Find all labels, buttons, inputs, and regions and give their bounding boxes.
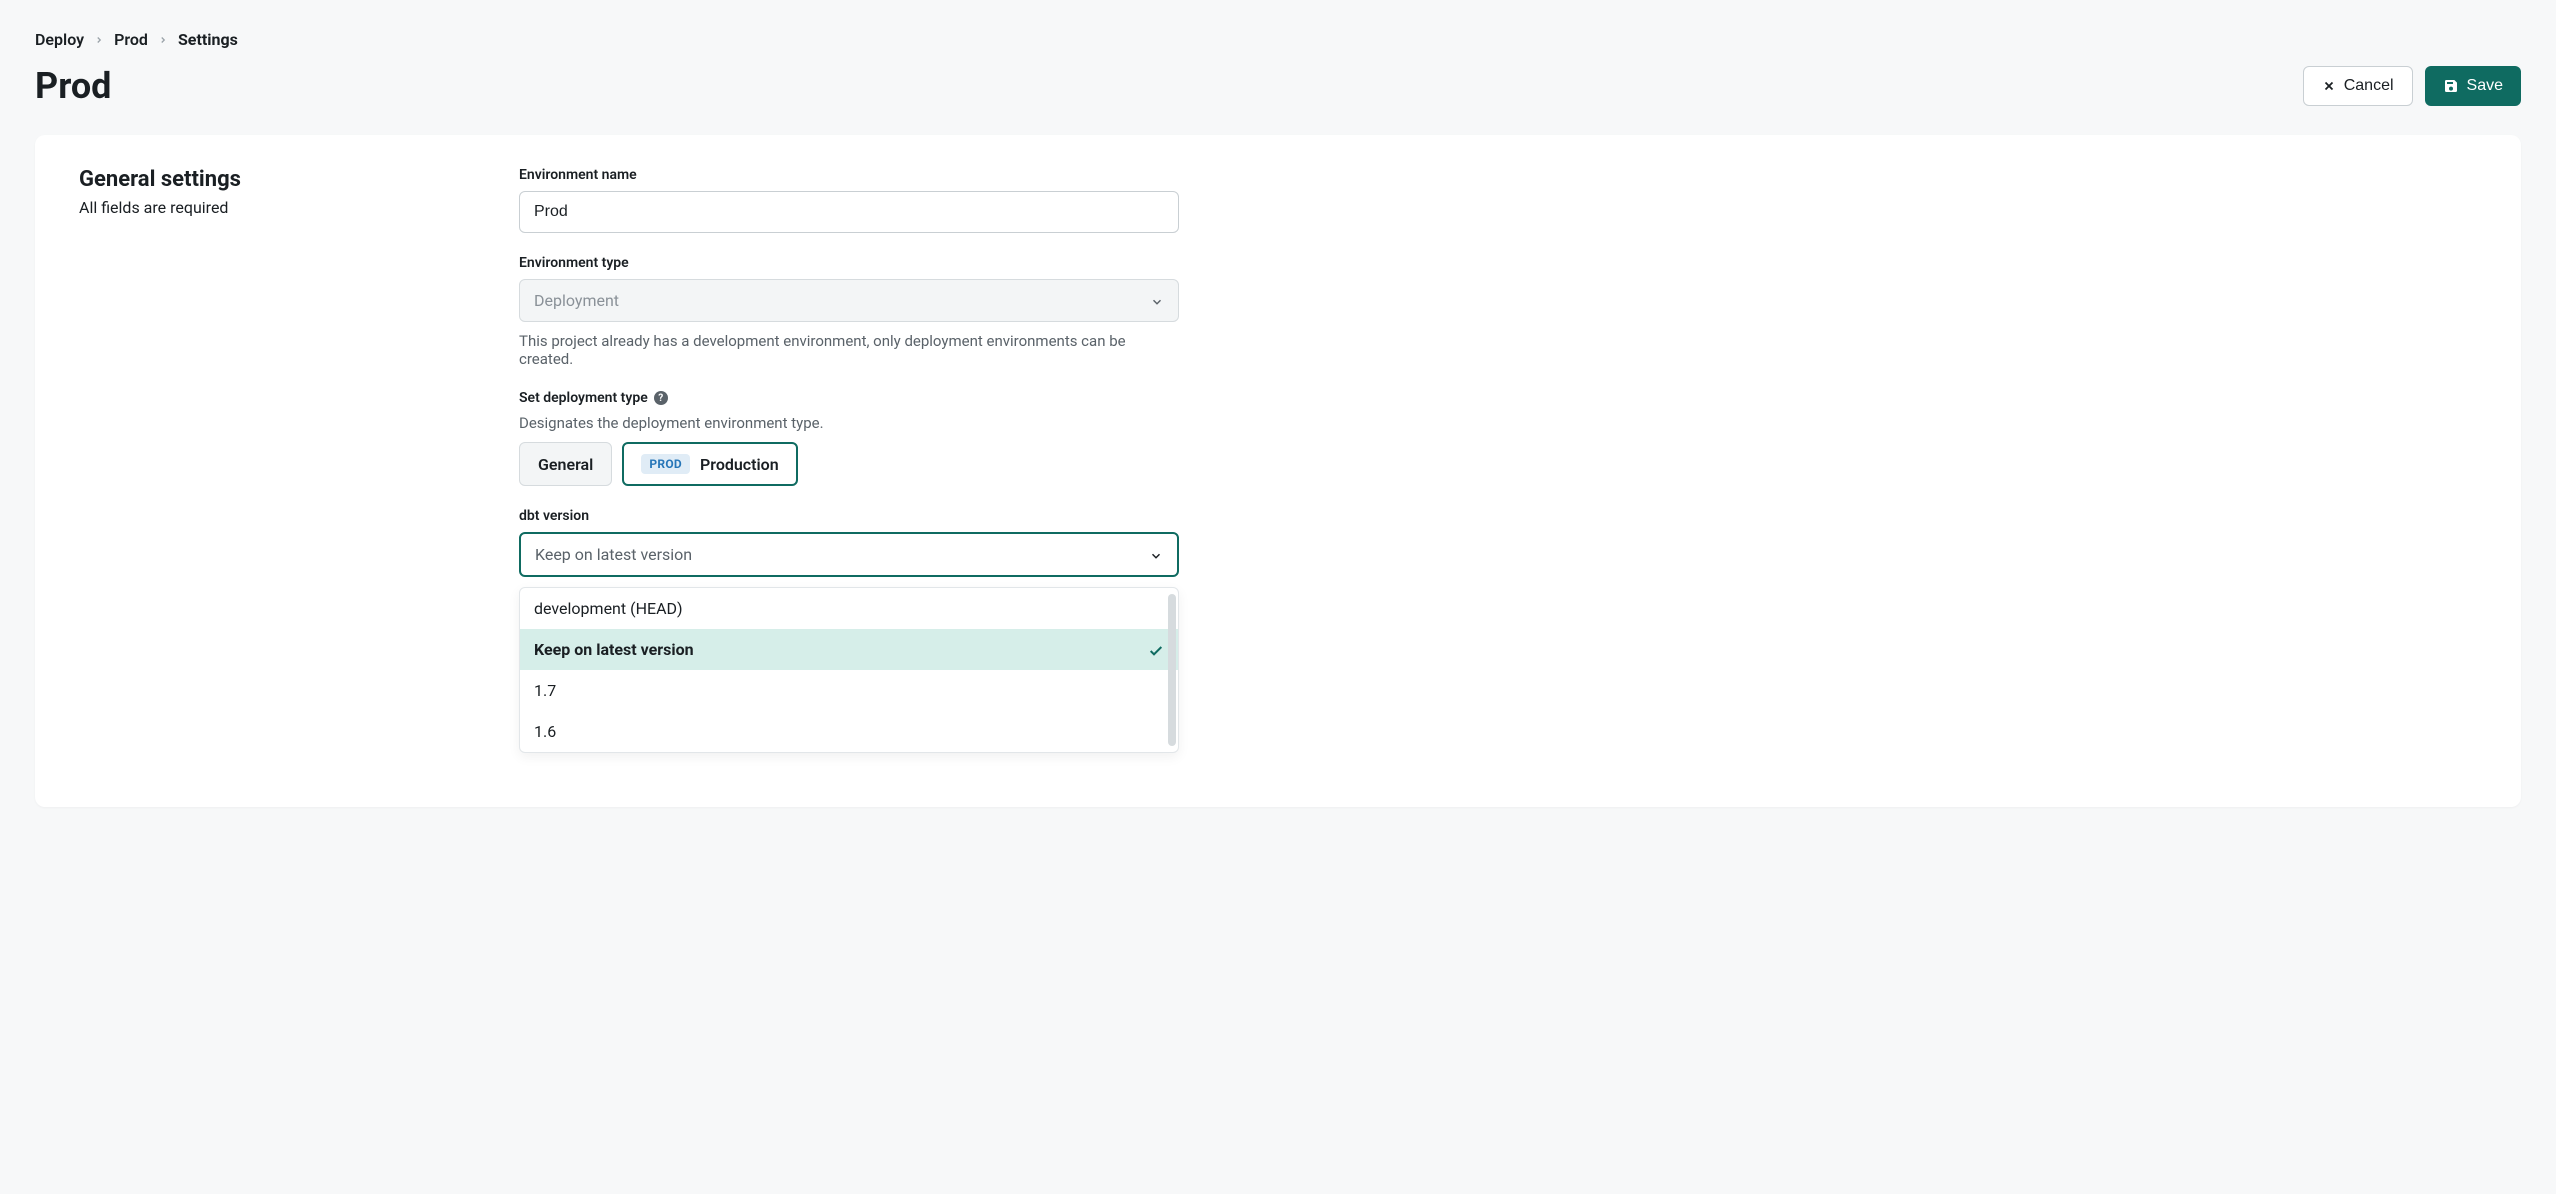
field-env-type: Environment type Deployment This project… [519,255,1179,368]
chevron-right-icon [94,35,104,45]
field-dbt-version: dbt version Keep on latest version devel… [519,508,1179,753]
action-buttons: Cancel Save [2303,66,2521,106]
save-icon [2443,77,2459,95]
env-name-input[interactable] [519,191,1179,233]
save-button[interactable]: Save [2425,66,2521,106]
dbt-version-select[interactable]: Keep on latest version [519,532,1179,577]
chevron-right-icon [158,35,168,45]
deployment-type-production-label: Production [700,455,779,474]
chevron-down-icon [1150,291,1164,310]
dbt-version-option[interactable]: 1.6 [520,711,1178,752]
deployment-type-production[interactable]: PROD Production [622,442,797,486]
env-type-select: Deployment [519,279,1179,322]
chevron-down-icon [1149,545,1163,564]
cancel-button-label: Cancel [2344,77,2394,95]
settings-card: General settings All fields are required… [35,135,2521,807]
section-heading: General settings [79,167,459,192]
field-env-name: Environment name [519,167,1179,233]
help-icon[interactable]: ? [654,391,668,405]
cancel-button[interactable]: Cancel [2303,66,2413,106]
breadcrumb-current: Settings [178,30,238,49]
dbt-version-option-label: Keep on latest version [534,640,694,659]
env-type-value: Deployment [534,291,619,310]
dbt-version-option[interactable]: development (HEAD) [520,588,1178,629]
dbt-version-option-label: development (HEAD) [534,599,683,618]
deployment-type-label-text: Set deployment type [519,390,648,406]
breadcrumb-link-prod[interactable]: Prod [114,30,148,49]
close-icon [2322,77,2336,95]
deployment-type-sublabel: Designates the deployment environment ty… [519,414,1179,432]
check-icon [1148,640,1164,659]
deployment-type-label: Set deployment type ? [519,390,1179,406]
page-title: Prod [35,65,111,107]
deployment-type-general-label: General [538,455,593,474]
dbt-version-option-label: 1.6 [534,722,556,741]
dbt-version-value: Keep on latest version [535,545,692,564]
breadcrumb: Deploy Prod Settings [35,30,2521,49]
deployment-type-general[interactable]: General [519,442,612,486]
env-type-hint: This project already has a development e… [519,332,1179,368]
section-subheading: All fields are required [79,198,459,217]
field-deployment-type: Set deployment type ? Designates the dep… [519,390,1179,486]
env-name-label: Environment name [519,167,1179,183]
dbt-version-option-label: 1.7 [534,681,556,700]
dbt-version-label: dbt version [519,508,1179,524]
scrollbar[interactable] [1168,594,1176,746]
dbt-version-option[interactable]: 1.7 [520,670,1178,711]
dbt-version-option[interactable]: Keep on latest version [520,629,1178,670]
breadcrumb-link-deploy[interactable]: Deploy [35,30,84,49]
save-button-label: Save [2467,77,2503,95]
prod-badge: PROD [641,454,690,474]
env-type-label: Environment type [519,255,1179,271]
dbt-version-dropdown: development (HEAD) Keep on latest versio… [519,587,1179,753]
